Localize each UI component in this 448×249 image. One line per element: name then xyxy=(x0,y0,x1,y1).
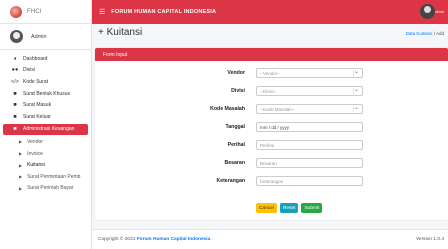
sidebar-subitem-surat-permintaan-pembayaran[interactable]: ▶ Surat Permintaan Pemb xyxy=(0,171,91,183)
sidebar: FHCI Admin ◕ Dashboard ●● Divisi </> Kod… xyxy=(0,0,92,249)
form-row-kode-masalah: Kode Masalah --Kode Masalah-- xyxy=(95,104,448,114)
besaran-label: Besaran xyxy=(224,160,245,166)
brand-logo-icon xyxy=(10,5,22,18)
topbar-title: FORUM HUMAN CAPITAL INDONESIA xyxy=(111,9,217,15)
vendor-select[interactable]: --Vendor-- xyxy=(256,68,363,78)
divisi-select[interactable]: --Divisi-- xyxy=(256,86,363,96)
perihal-input[interactable]: Perihal xyxy=(256,140,363,150)
sidebar-subitem-label: Invoice xyxy=(27,150,43,157)
caret-right-icon: ▶ xyxy=(19,174,23,180)
kode-masalah-select[interactable]: --Kode Masalah-- xyxy=(256,104,363,114)
form-row-tanggal: Tanggal mm / dd / yyyy xyxy=(95,122,448,132)
submit-button[interactable]: Submit xyxy=(301,203,323,213)
menu-toggle-icon[interactable]: ☰ xyxy=(99,8,105,16)
brand-name: FHCI xyxy=(27,8,42,15)
form-row-perihal: Perihal Perihal xyxy=(95,140,448,150)
version-label: Version 1.0.4 xyxy=(415,237,444,242)
sidebar-item-label: Surat Masuk xyxy=(23,102,52,109)
besaran-input[interactable]: Besaran xyxy=(256,158,363,168)
sidebar-item-surat-bentuk-khusus[interactable]: ■ Surat Bentuk Khusus xyxy=(0,88,91,100)
footer: Copyright © 2021 Forum Human Capital Ind… xyxy=(92,229,448,249)
folder-icon: ■ xyxy=(13,113,17,120)
breadcrumb-separator: / xyxy=(433,31,435,36)
topbar: ☰ FORUM HUMAN CAPITAL INDONESIA Admin xyxy=(92,0,448,24)
page-title: + Kuitansi xyxy=(98,27,143,38)
sidebar-item-dashboard[interactable]: ◕ Dashboard xyxy=(0,53,91,65)
vendor-label: Vendor xyxy=(227,70,245,76)
form-title: Form Input xyxy=(103,51,128,58)
user-panel[interactable]: Admin xyxy=(0,24,91,50)
code-icon: </> xyxy=(11,78,19,85)
sidebar-item-surat-keluar[interactable]: ■ Surat Keluar xyxy=(0,111,91,123)
breadcrumb-link[interactable]: Data Kuitansi xyxy=(406,31,433,36)
brand[interactable]: FHCI xyxy=(0,0,91,24)
form-card-header: Form Input xyxy=(95,48,448,61)
sidebar-subitem-invoice[interactable]: ▶ Invoice xyxy=(0,148,91,160)
users-icon: ●● xyxy=(11,67,19,74)
avatar xyxy=(10,30,23,43)
caret-right-icon: ▶ xyxy=(19,185,23,191)
caret-right-icon: ▶ xyxy=(19,162,23,168)
sidebar-subitem-label: Kuitansi xyxy=(27,162,45,169)
content-header: + Kuitansi Data Kuitansi / Add xyxy=(92,24,448,44)
sidebar-subitem-label: Vendor xyxy=(27,138,43,145)
form-card: Form Input Vendor --Vendor-- Divisi --Di… xyxy=(95,48,448,220)
tanggal-input[interactable]: mm / dd / yyyy xyxy=(256,122,363,132)
caret-right-icon: ▶ xyxy=(19,151,23,157)
form-row-divisi: Divisi --Divisi-- xyxy=(95,86,448,96)
sidebar-item-surat-masuk[interactable]: ■ Surat Masuk xyxy=(0,99,91,111)
form-actions: Cancel Reset Submit xyxy=(256,203,323,213)
sidebar-item-label: Administrasi Keuangan xyxy=(23,126,75,133)
folder-icon: ■ xyxy=(13,90,17,97)
sidebar-item-divisi[interactable]: ●● Divisi xyxy=(0,65,91,77)
form-row-keterangan: Keterangan Keterangan xyxy=(95,176,448,186)
user-name: Admin xyxy=(31,33,47,40)
sidebar-item-label: Surat Keluar xyxy=(23,113,51,120)
topbar-user-menu[interactable]: Admin xyxy=(419,4,444,19)
sidebar-item-administrasi-keuangan[interactable]: ■ Administrasi Keuangan xyxy=(3,123,88,136)
sidebar-subitem-label: Surat Permintaan Pemb xyxy=(27,173,81,180)
sidebar-item-label: Dashboard xyxy=(23,55,48,62)
form-row-besaran: Besaran Besaran xyxy=(95,158,448,168)
tanggal-label: Tanggal xyxy=(225,124,245,130)
sidebar-item-label: Divisi xyxy=(23,67,35,74)
perihal-label: Perihal xyxy=(227,142,245,148)
divisi-label: Divisi xyxy=(231,88,245,94)
folder-icon: ■ xyxy=(13,102,17,109)
sidebar-item-kode-surat[interactable]: </> Kode Surat xyxy=(0,76,91,88)
breadcrumb-current: Add xyxy=(435,31,444,36)
keterangan-input[interactable]: Keterangan xyxy=(256,176,363,186)
kode-masalah-label: Kode Masalah xyxy=(210,106,245,112)
sidebar-subitem-surat-perintah-bayar[interactable]: ▶ Surat Perintah Bayar xyxy=(0,183,91,195)
reset-button[interactable]: Reset xyxy=(279,203,299,213)
sidebar-item-label: Surat Bentuk Khusus xyxy=(23,90,70,97)
cancel-button[interactable]: Cancel xyxy=(256,203,277,213)
sidebar-subitem-vendor[interactable]: ▶ Vendor xyxy=(0,136,91,148)
form-row-vendor: Vendor --Vendor-- xyxy=(95,68,448,78)
keterangan-label: Keterangan xyxy=(216,178,245,184)
sidebar-nav: ◕ Dashboard ●● Divisi </> Kode Surat ■ S… xyxy=(0,50,91,194)
copyright-link[interactable]: Forum Human Capital Indonesia xyxy=(137,237,211,242)
caret-right-icon: ▶ xyxy=(19,139,23,145)
breadcrumb: Data Kuitansi / Add xyxy=(406,31,444,36)
dashboard-icon: ◕ xyxy=(13,55,17,62)
copyright: Copyright © 2021 Forum Human Capital Ind… xyxy=(98,237,212,242)
folder-icon: ■ xyxy=(13,126,17,133)
sidebar-item-label: Kode Surat xyxy=(23,78,49,85)
sidebar-subitem-kuitansi[interactable]: ▶ Kuitansi xyxy=(0,159,91,171)
sidebar-subitem-label: Surat Perintah Bayar xyxy=(27,185,74,192)
avatar xyxy=(419,4,435,19)
